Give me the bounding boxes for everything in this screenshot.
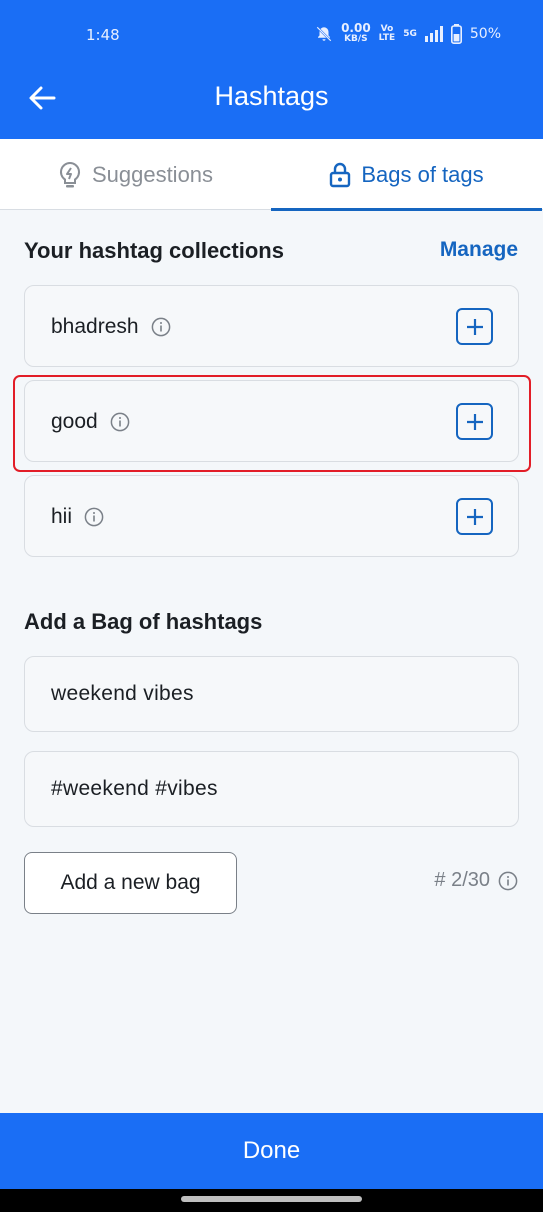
plus-icon [466,413,483,430]
collection-card-good[interactable]: good [24,380,519,462]
tab-bags-of-tags-label: Bags of tags [361,161,484,187]
plus-icon [466,318,483,335]
net-speed-unit: KB/S [344,34,368,44]
network-type: 5G [403,28,417,39]
net-speed: 0.00 KB/S [341,21,371,44]
add-collection-button[interactable] [456,308,493,345]
bag-tags-field[interactable]: #weekend #vibes [24,751,519,827]
info-icon[interactable] [110,412,130,432]
collection-name: bhadresh [51,286,171,368]
status-icons: 0.00 KB/S Vo LTE 5G 50% [315,21,501,44]
page-title: Hashtags [214,81,329,111]
tab-bags-of-tags[interactable]: Bags of tags [271,139,542,211]
collection-name: hii [51,476,104,558]
plus-icon [466,508,483,525]
volte-indicator: Vo LTE [379,25,396,43]
info-icon[interactable] [84,507,104,527]
bag-count-label: # 2/30 [434,869,490,891]
collection-name-label: hii [51,505,73,528]
mute-bell-icon [316,26,332,42]
net-speed-value: 0.00 [341,21,371,35]
add-collection-button[interactable] [456,403,493,440]
home-gesture-handle[interactable] [181,1196,362,1202]
add-new-bag-button[interactable]: Add a new bag [24,852,237,914]
done-button[interactable]: Done [0,1113,543,1189]
battery-level: 50% [469,26,501,42]
bag-name-field[interactable]: weekend vibes [24,656,519,732]
collection-card-bhadresh[interactable]: bhadresh [24,285,519,367]
tab-suggestions[interactable]: Suggestions [0,139,271,210]
tab-bar: Suggestions Bags of tags [0,139,543,211]
collection-name: good [51,381,130,463]
system-nav-bar [0,1189,543,1212]
lightbulb-icon [59,161,80,187]
info-icon[interactable] [151,317,171,337]
volte-bottom: LTE [378,33,396,43]
signal-icon [424,26,443,42]
info-icon[interactable] [498,871,518,891]
collection-card-hii[interactable]: hii [24,475,519,557]
bag-count: # 2/30 [434,869,518,892]
add-collection-button[interactable] [456,498,493,535]
add-bag-heading: Add a Bag of hashtags [24,609,263,634]
lock-icon [330,162,351,187]
battery-icon [450,24,462,44]
manage-link[interactable]: Manage [440,238,518,262]
collection-name-label: bhadresh [51,315,139,338]
status-bar: 1:48 0.00 KB/S Vo LTE 5G 50% [0,0,543,70]
tab-suggestions-label: Suggestions [91,161,214,187]
collections-heading: Your hashtag collections [24,238,284,263]
app-bar: 1:48 0.00 KB/S Vo LTE 5G 50% Hashtags [0,0,543,139]
collection-name-label: good [51,410,98,433]
status-time: 1:48 [86,26,120,44]
